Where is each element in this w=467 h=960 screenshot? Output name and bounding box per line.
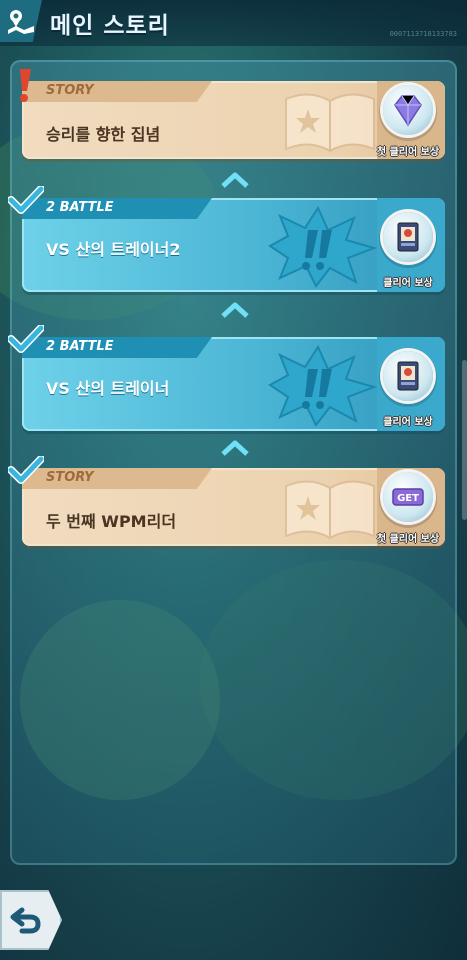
stage-type-label: STORY <box>46 83 94 98</box>
reward-box[interactable]: 첫 클리어 보상 <box>377 81 445 159</box>
battle-burst-icon <box>268 206 378 288</box>
stage-title: 승리를 향한 집념 <box>46 125 161 144</box>
chevron-up-icon <box>221 440 249 456</box>
stage-title: 두 번째 WPM리더 <box>46 512 177 531</box>
scrollbar[interactable] <box>462 360 467 520</box>
reward-box[interactable]: 클리어 보상 <box>377 337 445 431</box>
stage-type-label: 2 BATTLE <box>46 200 114 215</box>
get-badge-icon: GET <box>383 472 433 522</box>
stage-type-strip: 2 BATTLE <box>22 337 212 358</box>
header-bar: 메인 스토리 0007113718133783 <box>0 0 467 46</box>
stage-card-battle[interactable]: 2 BATTLE VS 산의 트레이너2 클리어 보상 <box>8 186 445 292</box>
trainer-card-icon <box>383 351 433 401</box>
gem-icon <box>383 85 433 135</box>
check-icon <box>8 186 44 214</box>
stage-title: VS 산의 트레이너2 <box>46 240 181 259</box>
chevron-up-icon <box>221 302 249 318</box>
exclamation-icon <box>20 69 31 102</box>
header-tab <box>0 0 42 42</box>
reward-label: 첫 클리어 보상 <box>376 147 440 158</box>
reward-label: 클리어 보상 <box>383 417 433 428</box>
stage-type-label: STORY <box>46 470 94 485</box>
map-pin-icon <box>8 10 34 34</box>
back-button[interactable] <box>0 890 62 950</box>
reward-box[interactable]: 클리어 보상 <box>377 198 445 292</box>
page-title: 메인 스토리 <box>50 13 170 39</box>
back-arrow-icon <box>10 907 41 934</box>
check-icon <box>8 325 44 353</box>
trainer-card-icon <box>383 212 433 262</box>
stage-type-strip: 2 BATTLE <box>22 198 212 219</box>
reward-box[interactable]: GET 첫 클리어 보상 <box>377 468 445 546</box>
reward-label: 클리어 보상 <box>383 278 433 289</box>
stage-card-battle[interactable]: 2 BATTLE VS 산의 트레이너 클리어 보상 <box>8 325 445 431</box>
header-meta: 0007113718133783 <box>389 30 457 38</box>
stage-type-strip: STORY <box>22 81 212 102</box>
stage-type-label: 2 BATTLE <box>46 339 114 354</box>
reward-label: 첫 클리어 보상 <box>376 534 440 545</box>
stage-card-story[interactable]: STORY 두 번째 WPM리더 GET 첫 클리어 보상 <box>8 456 445 546</box>
stage-type-strip: STORY <box>22 468 212 489</box>
check-icon <box>8 456 44 484</box>
stage-card-story[interactable]: STORY 승리를 향한 집념 첫 클리어 보상 <box>20 69 445 159</box>
get-badge-text: GET <box>397 493 419 504</box>
chevron-up-icon <box>221 172 249 188</box>
battle-burst-icon <box>268 345 378 427</box>
stage-title: VS 산의 트레이너 <box>46 379 170 398</box>
